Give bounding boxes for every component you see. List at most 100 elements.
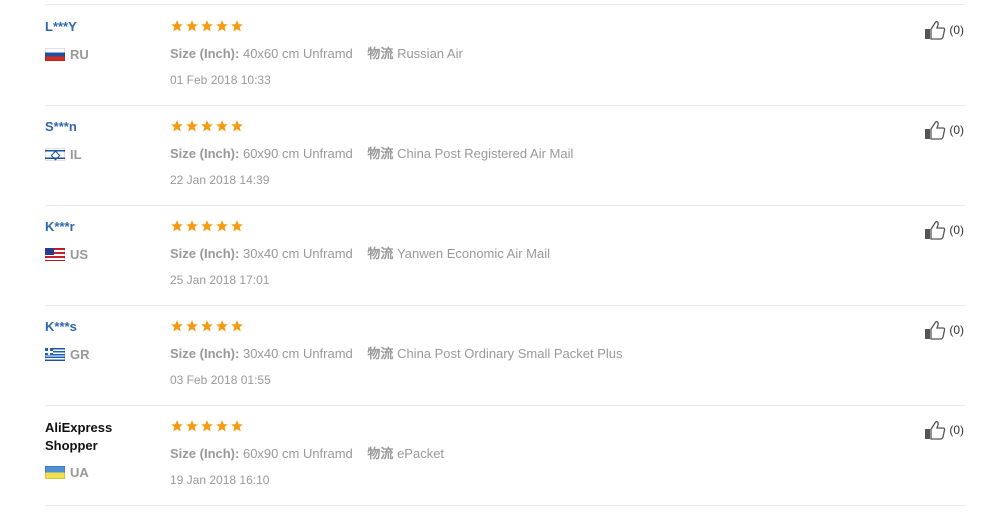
reviewer-name[interactable]: K***s bbox=[45, 319, 77, 335]
logistics-value: China Post Registered Air Mail bbox=[397, 146, 574, 161]
size-value: 40x60 cm Unframd bbox=[242, 46, 353, 61]
size-label: Size (Inch): bbox=[170, 46, 240, 61]
star-icon bbox=[201, 120, 213, 132]
logistics-label: 物流 bbox=[367, 346, 394, 361]
star-icon bbox=[171, 120, 183, 132]
star-rating bbox=[170, 219, 245, 233]
review-date: 03 Feb 2018 01:55 bbox=[170, 373, 271, 387]
country-code: RU bbox=[70, 47, 89, 62]
reviewer-country: GR bbox=[45, 347, 90, 362]
country-code: IL bbox=[70, 147, 82, 162]
review-item: AliExpress Shopper UA Size (Inch): 60x90… bbox=[45, 405, 965, 506]
review-item: K***r US Size (Inch): 30x40 cm Unframd 物… bbox=[45, 205, 965, 306]
logistics-value: China Post Ordinary Small Packet Plus bbox=[397, 346, 623, 361]
size-value: 60x90 cm Unframd bbox=[242, 146, 353, 161]
size-label: Size (Inch): bbox=[170, 246, 240, 261]
order-details: Size (Inch): 30x40 cm Unframd 物流 China P… bbox=[170, 343, 623, 362]
thumbs-up-icon[interactable] bbox=[924, 320, 946, 340]
ru-flag-icon bbox=[45, 48, 65, 61]
review-date: 22 Jan 2018 14:39 bbox=[170, 173, 270, 187]
logistics-label: 物流 bbox=[367, 446, 394, 461]
logistics-label: 物流 bbox=[367, 146, 394, 161]
star-icon bbox=[171, 320, 183, 332]
helpful-button[interactable]: (0) bbox=[924, 120, 964, 140]
star-icon bbox=[201, 20, 213, 32]
logistics-label: 物流 bbox=[367, 246, 394, 261]
size-value: 30x40 cm Unframd bbox=[242, 246, 353, 261]
logistics-value: ePacket bbox=[397, 446, 445, 461]
review-date: 19 Jan 2018 16:10 bbox=[170, 473, 270, 487]
star-icon bbox=[201, 420, 213, 432]
review-item: S***n IL Size (Inch): 60x90 cm Unframd 物… bbox=[45, 105, 965, 206]
review-date: 25 Jan 2018 17:01 bbox=[170, 273, 270, 287]
star-icon bbox=[216, 220, 228, 232]
helpful-button[interactable]: (0) bbox=[924, 20, 964, 40]
helpful-button[interactable]: (0) bbox=[924, 320, 964, 340]
star-rating bbox=[170, 119, 245, 133]
size-label: Size (Inch): bbox=[170, 346, 240, 361]
size-value: 60x90 cm Unframd bbox=[242, 446, 353, 461]
order-details: Size (Inch): 40x60 cm Unframd 物流 Russian… bbox=[170, 43, 463, 62]
review-item: L***Y RU Size (Inch): 40x60 cm Unframd 物… bbox=[45, 5, 965, 106]
us-flag-icon bbox=[45, 248, 65, 261]
helpful-count: (0) bbox=[949, 123, 964, 137]
star-icon bbox=[201, 320, 213, 332]
helpful-count: (0) bbox=[949, 323, 964, 337]
size-label: Size (Inch): bbox=[170, 146, 240, 161]
review-item: K***s GR Size (Inch): 30x40 cm Unframd 物… bbox=[45, 305, 965, 406]
helpful-button[interactable]: (0) bbox=[924, 220, 964, 240]
star-icon bbox=[216, 20, 228, 32]
country-code: GR bbox=[70, 347, 90, 362]
star-icon bbox=[216, 120, 228, 132]
helpful-count: (0) bbox=[949, 223, 964, 237]
helpful-button[interactable]: (0) bbox=[924, 420, 964, 440]
star-icon bbox=[216, 320, 228, 332]
logistics-label: 物流 bbox=[367, 46, 394, 61]
star-icon bbox=[186, 120, 198, 132]
logistics-value: Yanwen Economic Air Mail bbox=[397, 246, 550, 261]
star-icon bbox=[186, 220, 198, 232]
star-rating bbox=[170, 419, 245, 433]
thumbs-up-icon[interactable] bbox=[924, 120, 946, 140]
helpful-count: (0) bbox=[949, 423, 964, 437]
star-icon bbox=[186, 320, 198, 332]
star-icon bbox=[171, 220, 183, 232]
thumbs-up-icon[interactable] bbox=[924, 420, 946, 440]
logistics-value: Russian Air bbox=[397, 46, 463, 61]
star-icon bbox=[231, 420, 243, 432]
reviewer-country: UA bbox=[45, 465, 89, 480]
star-icon bbox=[231, 320, 243, 332]
order-details: Size (Inch): 30x40 cm Unframd 物流 Yanwen … bbox=[170, 243, 550, 262]
helpful-count: (0) bbox=[949, 23, 964, 37]
star-icon bbox=[186, 20, 198, 32]
reviewer-country: RU bbox=[45, 47, 89, 62]
review-date: 01 Feb 2018 10:33 bbox=[170, 73, 271, 87]
country-code: US bbox=[70, 247, 89, 262]
star-icon bbox=[231, 220, 243, 232]
order-details: Size (Inch): 60x90 cm Unframd 物流 China P… bbox=[170, 143, 573, 162]
order-details: Size (Inch): 60x90 cm Unframd 物流 ePacket bbox=[170, 443, 444, 462]
thumbs-up-icon[interactable] bbox=[924, 20, 946, 40]
star-icon bbox=[216, 420, 228, 432]
size-label: Size (Inch): bbox=[170, 446, 240, 461]
reviewer-name[interactable]: L***Y bbox=[45, 19, 77, 35]
star-icon bbox=[171, 20, 183, 32]
ua-flag-icon bbox=[45, 466, 65, 479]
reviewer-name: AliExpress Shopper bbox=[45, 420, 113, 453]
reviewer-name[interactable]: S***n bbox=[45, 119, 77, 135]
reviewer-country: US bbox=[45, 247, 88, 262]
reviewer-country: IL bbox=[45, 147, 82, 162]
gr-flag-icon bbox=[45, 348, 65, 361]
thumbs-up-icon[interactable] bbox=[924, 220, 946, 240]
reviewer-name[interactable]: K***r bbox=[45, 219, 75, 235]
star-rating bbox=[170, 319, 245, 333]
star-rating bbox=[170, 19, 245, 33]
star-icon bbox=[186, 420, 198, 432]
star-icon bbox=[171, 420, 183, 432]
il-flag-icon bbox=[45, 148, 65, 161]
star-icon bbox=[201, 220, 213, 232]
star-icon bbox=[231, 20, 243, 32]
size-value: 30x40 cm Unframd bbox=[242, 346, 353, 361]
country-code: UA bbox=[70, 465, 89, 480]
star-icon bbox=[231, 120, 243, 132]
